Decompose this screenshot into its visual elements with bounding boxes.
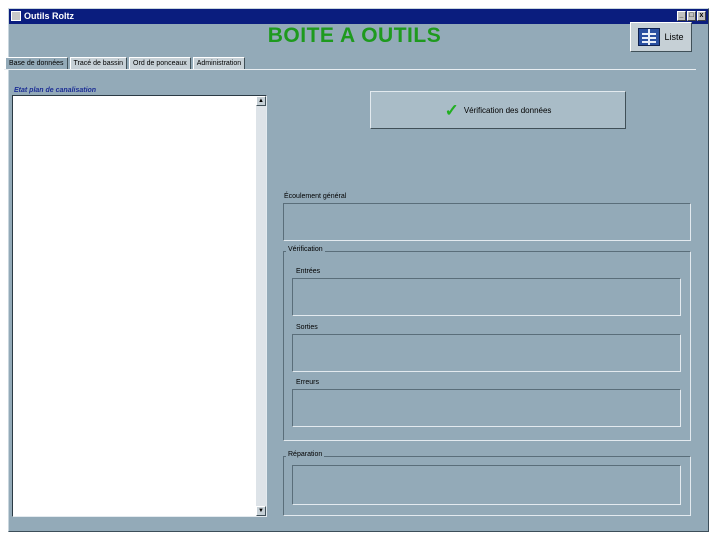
list-button-label: Liste [664,32,684,42]
scroll-up-icon[interactable]: ▲ [256,96,266,106]
erreurs-label: Erreurs [296,379,319,386]
app-icon[interactable] [11,11,21,21]
tab-administration[interactable]: Administration [192,57,246,69]
book-icon [638,28,661,46]
sorties-field[interactable] [292,334,681,372]
checkmark-icon: ✓ [444,100,459,120]
general-flow-field[interactable] [283,203,691,241]
entrees-field[interactable] [292,278,681,316]
page-title: BOITE A OUTILS [267,24,442,47]
minimize-icon[interactable]: _ [677,11,686,21]
verify-data-button[interactable]: ✓ Vérification des données [370,91,626,129]
reparation-group-title: Réparation [286,451,325,458]
tab-trace-de-bassin[interactable]: Tracé de bassin [69,57,128,69]
verification-group-title: Vérification [286,246,325,253]
general-flow-label: Écoulement général [284,193,347,200]
list-scrollbar[interactable]: ▲ ▼ [256,96,266,516]
entrees-label: Entrées [296,268,321,275]
reparation-field[interactable] [292,465,681,505]
list-label: Etat plan de canalisation [14,87,97,94]
erreurs-field[interactable] [292,389,681,427]
canalisation-listbox[interactable]: ▲ ▼ [12,95,267,517]
sorties-label: Sorties [296,324,318,331]
scroll-down-icon[interactable]: ▼ [256,506,266,516]
list-button[interactable]: Liste [630,22,692,52]
tab-ord-de-ponceaux[interactable]: Ord de ponceaux [129,57,191,69]
tab-divider [4,69,696,70]
window-controls: _ □ x [677,11,706,21]
title-bar: Outils Roltz _ □ x [9,9,708,24]
window-title: Outils Roltz [24,11,74,21]
maximize-icon[interactable]: □ [687,11,696,21]
close-icon[interactable]: x [697,11,706,21]
verify-button-label: Vérification des données [463,105,552,115]
